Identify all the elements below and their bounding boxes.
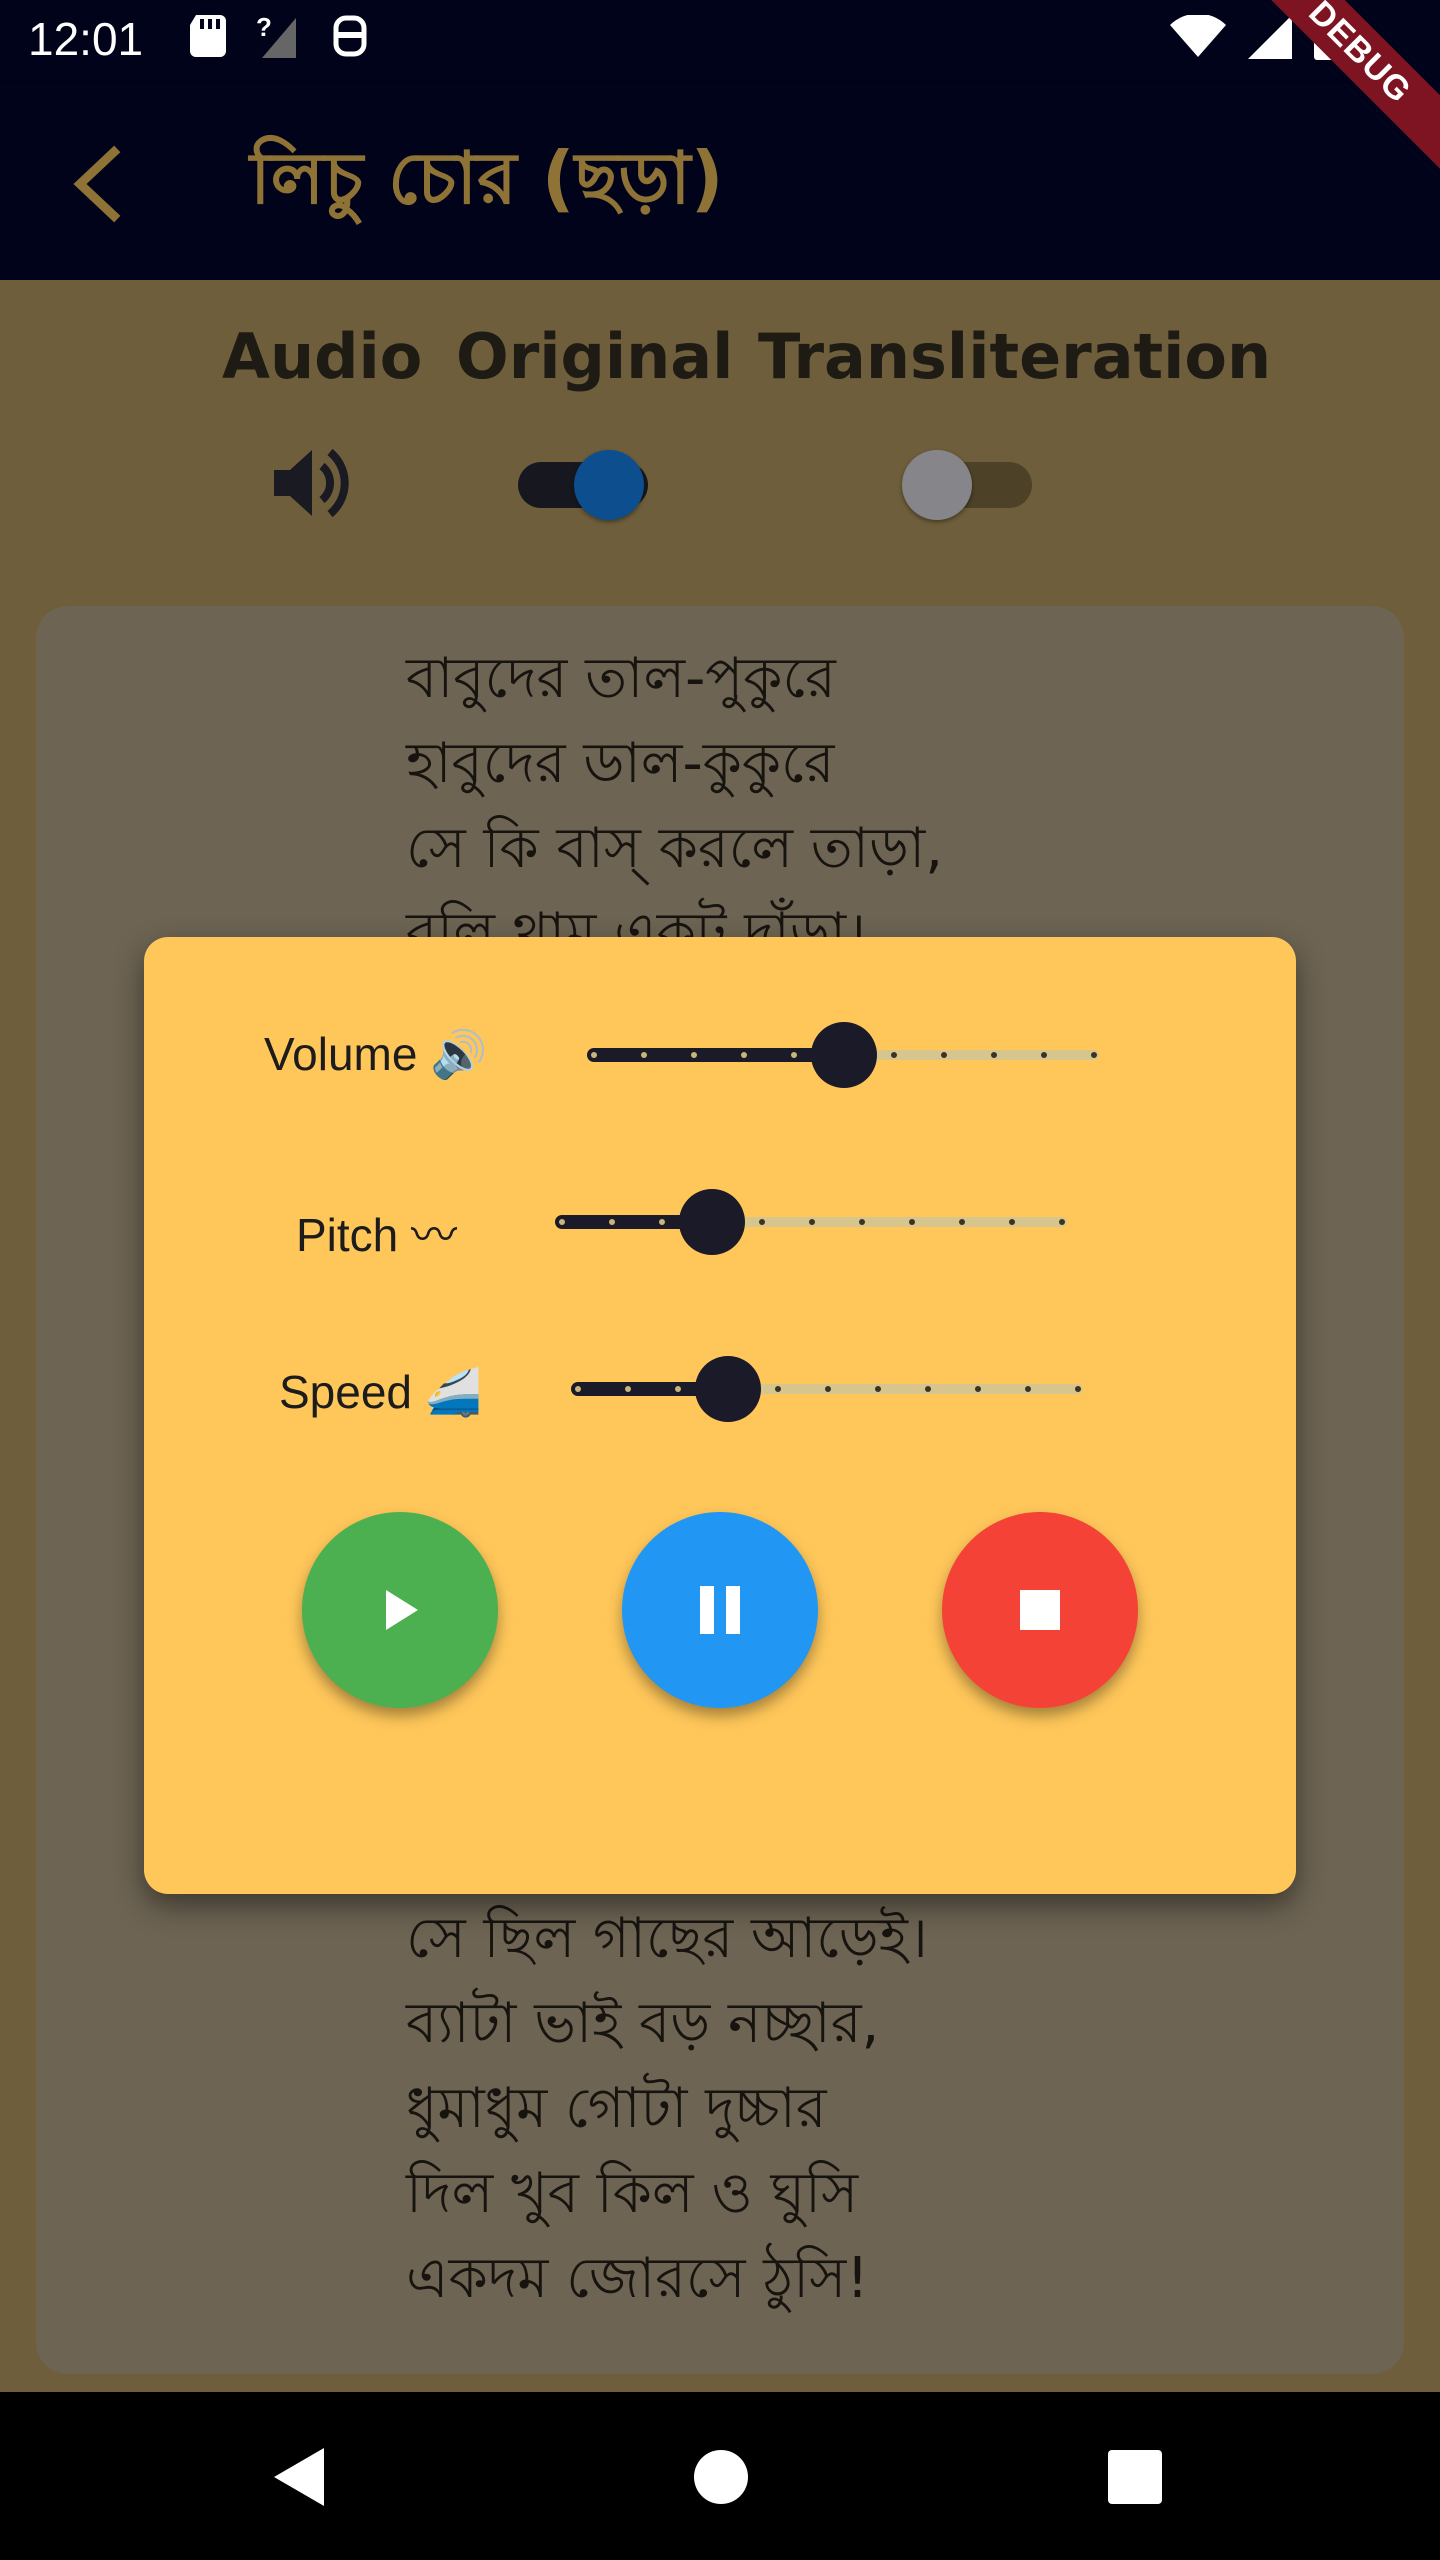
slider-tick: [1025, 1386, 1031, 1392]
page-title: লিচু চোর (ছড়া): [250, 136, 724, 220]
nav-home-icon[interactable]: [686, 2442, 756, 2512]
slider-tick: [1009, 1219, 1015, 1225]
slider-tick: [625, 1386, 631, 1392]
pause-icon: [700, 1586, 740, 1634]
slider-tick: [609, 1219, 615, 1225]
vpn-icon: [333, 15, 367, 57]
slider-tick: [925, 1386, 931, 1392]
slider-tick: [559, 1219, 565, 1225]
slider-tick: [941, 1052, 947, 1058]
back-arrow-icon[interactable]: [58, 142, 142, 226]
status-time: 12:01: [28, 13, 144, 65]
mode-controls: [0, 440, 1440, 540]
slider-tick: [975, 1386, 981, 1392]
audio-label: Audio: [222, 320, 423, 393]
system-nav-bar: [0, 2392, 1440, 2560]
poem-line: একদম জোরসে ঠুসি!: [406, 2246, 869, 2311]
slider-tick: [759, 1219, 765, 1225]
play-icon: [386, 1590, 418, 1630]
slider-tick: [1091, 1052, 1097, 1058]
slider-tick: [1041, 1052, 1047, 1058]
slider-tick: [859, 1219, 865, 1225]
slider-tick: [691, 1052, 697, 1058]
slider-tick: [641, 1052, 647, 1058]
stop-button[interactable]: [942, 1512, 1138, 1708]
slider-tick: [591, 1052, 597, 1058]
transliteration-toggle[interactable]: [902, 450, 1032, 520]
sd-card-icon: [190, 15, 226, 57]
pitch-label: Pitch 〰: [296, 1209, 458, 1261]
slider-thumb: [695, 1356, 761, 1422]
volume-slider[interactable]: [584, 1020, 1104, 1090]
slider-tick: [575, 1386, 581, 1392]
poem-line: হাবুদের ডাল-কুকুরে: [406, 731, 835, 796]
stop-icon: [1020, 1590, 1060, 1630]
slider-tick: [991, 1052, 997, 1058]
poem-line: ধুমাধুম গোটা দুচ্চার: [406, 2076, 827, 2141]
volume-label: Volume 🔊: [264, 1028, 488, 1080]
slider-tick: [675, 1386, 681, 1392]
slider-tick: [825, 1386, 831, 1392]
transliteration-label: Transliteration: [758, 320, 1272, 393]
slider-tick: [741, 1052, 747, 1058]
slider-tick: [791, 1052, 797, 1058]
status-bar: 12:01 ?: [0, 0, 1440, 84]
poem-line: বাবুদের তাল-পুকুরে: [406, 646, 836, 711]
slider-graphic: [571, 1356, 1083, 1422]
pause-button[interactable]: [622, 1512, 818, 1708]
no-signal-icon: ?: [256, 14, 296, 58]
slider-tick: [1075, 1386, 1081, 1392]
slider-tick: [875, 1386, 881, 1392]
play-button[interactable]: [302, 1512, 498, 1708]
nav-back-icon[interactable]: [266, 2442, 336, 2512]
original-toggle[interactable]: [518, 450, 648, 520]
poem-line: ব্যাটা ভাই বড় নচ্ছার,: [406, 1991, 880, 2056]
slider-tick: [1059, 1219, 1065, 1225]
slider-tick: [959, 1219, 965, 1225]
speed-slider[interactable]: [568, 1354, 1088, 1424]
audio-settings-dialog: Volume 🔊 Pitch 〰 Speed 🚄: [144, 937, 1296, 1894]
slider-tick: [809, 1219, 815, 1225]
slider-tick: [891, 1052, 897, 1058]
transliteration-toggle-knob: [902, 450, 972, 520]
wifi-icon: [1170, 15, 1226, 57]
poem-line: সে কি বাস্ করলে তাড়া,: [406, 816, 944, 881]
poem-line: সে ছিল গাছের আড়েই।: [406, 1906, 928, 1971]
cell-signal-icon: [1248, 15, 1292, 59]
poem-bottom: সে ছিল গাছের আড়েই। ব্যাটা ভাই বড় নচ্ছা…: [406, 1896, 928, 2321]
speaker-icon[interactable]: [268, 440, 354, 526]
slider-tick: [775, 1386, 781, 1392]
original-toggle-knob: [574, 450, 644, 520]
slider-tick: [909, 1219, 915, 1225]
poem-top: বাবুদের তাল-পুকুরে হাবুদের ডাল-কুকুরে সে…: [406, 636, 943, 976]
slider-graphic: [587, 1022, 1099, 1088]
svg-text:?: ?: [256, 14, 272, 42]
app-bar: লিচু চোর (ছড়া): [0, 84, 1440, 280]
pitch-slider[interactable]: [552, 1187, 1072, 1257]
slider-tick: [659, 1219, 665, 1225]
mode-labels: Audio Original Transliteration: [0, 320, 1440, 400]
nav-recents-icon[interactable]: [1100, 2442, 1170, 2512]
slider-graphic: [555, 1189, 1067, 1255]
slider-thumb: [811, 1022, 877, 1088]
poem-line: দিল খুব কিল ও ঘুসি: [406, 2161, 859, 2226]
original-label: Original: [456, 320, 734, 393]
speed-label: Speed 🚄: [279, 1366, 483, 1418]
slider-thumb: [679, 1189, 745, 1255]
